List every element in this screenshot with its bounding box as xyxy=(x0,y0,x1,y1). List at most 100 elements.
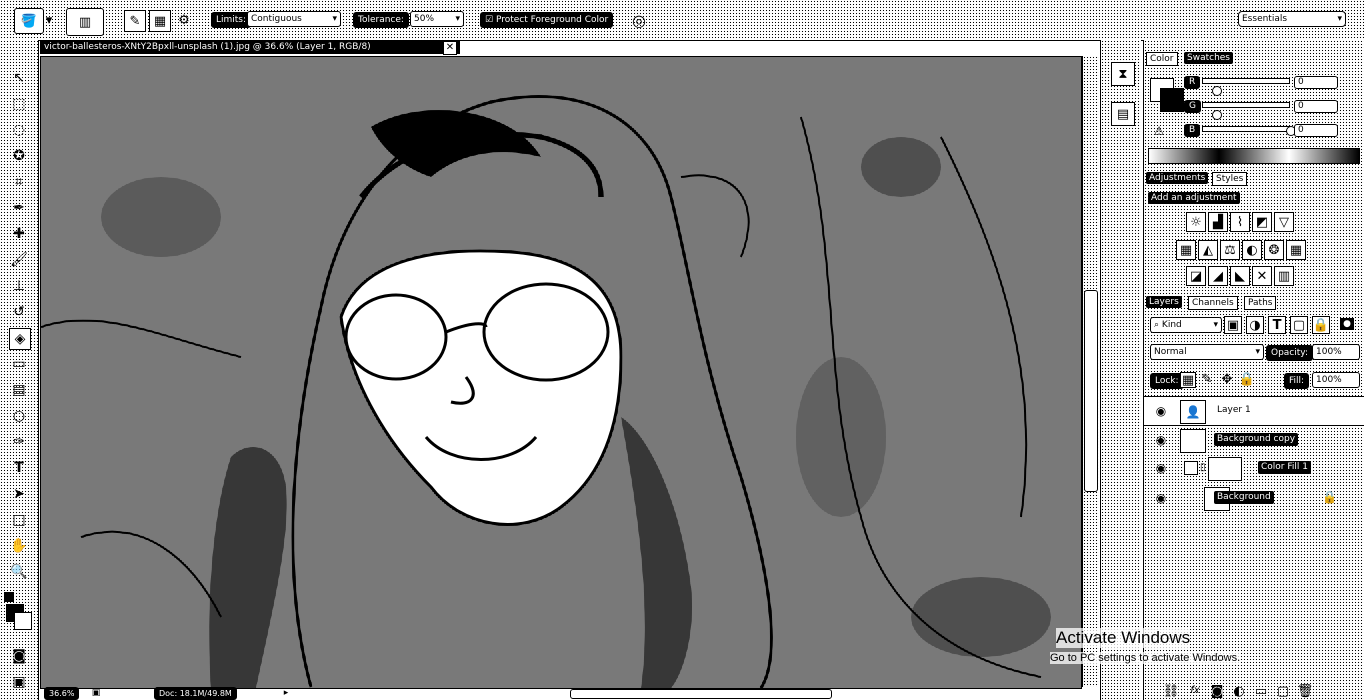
layer-row-background-copy[interactable]: ◉ Background copy xyxy=(1144,426,1364,454)
limits-dropdown[interactable]: Contiguous ▾ xyxy=(247,11,341,27)
posterize-icon[interactable]: ◢ xyxy=(1208,266,1228,286)
type-tool-icon[interactable]: T xyxy=(9,458,29,478)
gradient-tool-icon[interactable]: ▤ xyxy=(9,380,29,400)
status-export-icon[interactable]: ▣ xyxy=(90,687,102,699)
invert-icon[interactable]: ◪ xyxy=(1186,266,1206,286)
channel-g-slider[interactable] xyxy=(1202,102,1290,108)
mode-icon-3[interactable]: ⚙ xyxy=(174,10,194,30)
layer-name[interactable]: Background xyxy=(1214,491,1274,504)
layer-name[interactable]: Color Fill 1 xyxy=(1258,461,1311,474)
path-selection-tool-icon[interactable]: ➤ xyxy=(9,484,29,504)
background-swatch[interactable] xyxy=(1160,88,1184,112)
eyedropper-tool-icon[interactable]: ✒ xyxy=(9,198,29,218)
brightness-icon[interactable]: ☼ xyxy=(1186,212,1206,232)
color-spectrum-bar[interactable] xyxy=(1148,148,1360,164)
dodge-tool-icon[interactable]: ○ xyxy=(9,406,29,426)
bw-icon[interactable]: ◐ xyxy=(1242,240,1262,260)
link-layers-icon[interactable]: ⛓ xyxy=(1163,684,1180,698)
lock-all-icon[interactable]: 🔒 xyxy=(1239,372,1255,386)
channel-b-value[interactable]: 0 xyxy=(1294,124,1338,137)
workspace-switcher[interactable]: Essentials ▾ xyxy=(1238,11,1346,27)
screen-mode-icon[interactable]: ▣ xyxy=(9,672,29,692)
tab-styles[interactable]: Styles xyxy=(1212,172,1248,186)
close-tab-icon[interactable]: ✕ xyxy=(443,41,457,55)
brush-tool-icon[interactable]: 🖌 xyxy=(9,250,29,270)
selectivecolor-icon[interactable]: ▥ xyxy=(1274,266,1294,286)
layer-name[interactable]: Layer 1 xyxy=(1214,404,1254,417)
new-group-icon[interactable]: ▭ xyxy=(1254,684,1268,698)
layer-kind-filter[interactable]: ⌕ Kind ▾ xyxy=(1150,317,1222,333)
gradientmap-icon[interactable]: ✕ xyxy=(1252,266,1272,286)
protect-foreground-checkbox[interactable]: ☑ Protect Foreground Color xyxy=(480,12,614,28)
mode-icon-1[interactable]: ✎ xyxy=(124,10,146,32)
channelmixer-icon[interactable]: ▦ xyxy=(1286,240,1306,260)
channel-g-value[interactable]: 0 xyxy=(1294,100,1338,113)
new-layer-icon[interactable]: ▢ xyxy=(1276,684,1290,698)
hue-icon[interactable]: ◭ xyxy=(1198,240,1218,260)
fill-source-swatch[interactable]: ▥ xyxy=(66,8,104,36)
paint-bucket-selected-tool-icon[interactable]: ◈ xyxy=(9,328,31,350)
filter-adjustment-icon[interactable]: ◑ xyxy=(1246,316,1264,334)
tab-adjustments[interactable]: Adjustments xyxy=(1146,172,1209,184)
delete-layer-icon[interactable]: 🗑 xyxy=(1297,684,1314,698)
eraser-tool-icon[interactable]: ▭ xyxy=(9,354,29,374)
visibility-eye-icon[interactable]: ◉ xyxy=(1154,491,1168,505)
layer-style-icon[interactable]: fx xyxy=(1188,684,1202,698)
tolerance-input[interactable]: 50% ▾ xyxy=(410,11,464,27)
opacity-input[interactable]: 100% xyxy=(1312,344,1360,360)
move-tool-icon[interactable]: ↖ xyxy=(9,68,29,88)
history-panel-icon[interactable]: ⧗ xyxy=(1111,62,1135,86)
target-icon[interactable]: ◎ xyxy=(628,10,650,32)
add-mask-icon[interactable]: ◙ xyxy=(1210,684,1224,698)
layer-row-layer-1[interactable]: ◉ 👤 Layer 1 xyxy=(1144,396,1364,426)
shape-tool-icon[interactable]: □ xyxy=(9,510,29,530)
levels-icon[interactable]: ▟ xyxy=(1208,212,1228,232)
filter-shape-icon[interactable]: ▢ xyxy=(1290,316,1308,334)
filter-toggle-icon[interactable]: ● xyxy=(1340,318,1354,330)
zoom-level[interactable]: 36.6% xyxy=(44,687,80,700)
new-adjustment-icon[interactable]: ◐ xyxy=(1232,684,1246,698)
threshold-icon[interactable]: ◣ xyxy=(1230,266,1250,286)
lock-pixels-icon[interactable]: ✎ xyxy=(1200,372,1214,386)
crop-tool-icon[interactable]: ⌗ xyxy=(9,172,29,192)
visibility-eye-icon[interactable]: ◉ xyxy=(1154,433,1168,447)
tool-preset-dropdown-icon[interactable]: ▾ xyxy=(44,12,54,28)
default-colors-icon[interactable] xyxy=(4,592,14,602)
layer-row-color-fill-1[interactable]: ◉ ▯ Color Fill 1 xyxy=(1144,454,1364,482)
curves-icon[interactable]: ⌇ xyxy=(1230,212,1250,232)
tab-paths[interactable]: Paths xyxy=(1244,296,1277,310)
channel-b-slider[interactable] xyxy=(1202,126,1290,132)
triangle-icon[interactable]: ▽ xyxy=(1274,212,1294,232)
photofilter-icon[interactable]: ❂ xyxy=(1264,240,1284,260)
zoom-tool-icon[interactable]: 🔍 xyxy=(9,562,29,582)
healing-brush-tool-icon[interactable]: ✚ xyxy=(9,224,29,244)
blend-mode-dropdown[interactable]: Normal ▾ xyxy=(1150,344,1264,360)
tab-layers[interactable]: Layers xyxy=(1146,296,1182,308)
quick-mask-icon[interactable]: ◙ xyxy=(9,646,29,666)
document-tab[interactable]: victor-ballesteros-XNtY2Bpxll-unsplash (… xyxy=(40,40,460,54)
background-color-swatch[interactable] xyxy=(14,612,32,630)
colorbalance-icon[interactable]: ⚖ xyxy=(1220,240,1240,260)
tab-color[interactable]: Color xyxy=(1146,52,1178,66)
properties-panel-icon[interactable]: ▤ xyxy=(1111,102,1135,126)
channel-g-knob[interactable] xyxy=(1212,110,1222,120)
mode-icon-2[interactable]: ▦ xyxy=(149,10,171,32)
marquee-tool-icon[interactable]: ⬚ xyxy=(9,94,29,114)
horizontal-scrollbar[interactable] xyxy=(570,689,832,699)
fill-input[interactable]: 100% xyxy=(1312,372,1360,388)
layer-name[interactable]: Background copy xyxy=(1214,433,1299,446)
lock-transparent-icon[interactable]: ▦ xyxy=(1180,372,1196,388)
visibility-eye-icon[interactable]: ◉ xyxy=(1154,404,1168,418)
channel-r-knob[interactable] xyxy=(1212,86,1222,96)
status-menu-arrow-icon[interactable]: ▸ xyxy=(280,687,292,699)
paint-bucket-tool-icon[interactable]: 🪣 xyxy=(14,8,44,34)
history-brush-tool-icon[interactable]: ↺ xyxy=(9,302,29,322)
tab-channels[interactable]: Channels xyxy=(1188,296,1238,310)
filter-smart-icon[interactable]: 🔒 xyxy=(1312,316,1330,334)
filter-type-icon[interactable]: T xyxy=(1268,316,1286,334)
visibility-eye-icon[interactable]: ◉ xyxy=(1154,461,1168,475)
image-canvas[interactable] xyxy=(40,56,1082,689)
quick-selection-tool-icon[interactable]: ✪ xyxy=(9,146,29,166)
channel-r-slider[interactable] xyxy=(1202,78,1290,84)
lock-position-icon[interactable]: ✥ xyxy=(1220,372,1234,386)
